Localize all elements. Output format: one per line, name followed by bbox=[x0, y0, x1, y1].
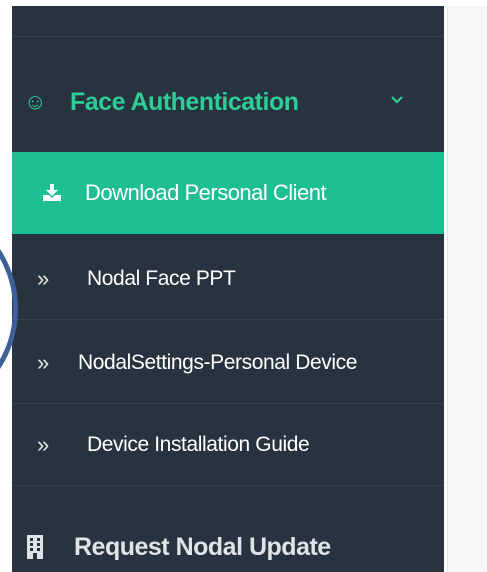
menu-item-label: Download Personal Client bbox=[85, 180, 327, 205]
menu-section-face-authentication[interactable]: ☺ Face Authentication bbox=[12, 68, 444, 136]
double-chevron-icon: » bbox=[37, 265, 49, 291]
menu-item-label: NodalSettings-Personal Device bbox=[78, 350, 358, 374]
section-title: Face Authentication bbox=[70, 87, 299, 116]
download-icon bbox=[42, 184, 82, 202]
double-chevron-icon: » bbox=[37, 431, 49, 457]
menu-item-request-nodal-update[interactable]: Request Nodal Update bbox=[12, 518, 444, 572]
chevron-down-icon[interactable] bbox=[390, 90, 404, 110]
menu-item-label: Request Nodal Update bbox=[74, 532, 331, 561]
content-pane bbox=[447, 6, 487, 572]
menu-item-device-installation-guide[interactable]: » Device Installation Guide bbox=[12, 404, 444, 486]
menu-item-download-personal-client[interactable]: Download Personal Client bbox=[12, 152, 444, 234]
menu-item-nodalsettings-personal-device[interactable]: » NodalSettings-Personal Device bbox=[12, 322, 444, 404]
menu-item-label: Device Installation Guide bbox=[87, 432, 310, 456]
screen: ☺ Face Authentication Download Personal … bbox=[0, 0, 487, 572]
building-icon bbox=[26, 535, 74, 559]
double-chevron-icon: » bbox=[37, 349, 49, 375]
menu-item-label: Nodal Face PPT bbox=[87, 266, 236, 290]
sidebar-top-divider bbox=[12, 6, 444, 37]
sidebar: ☺ Face Authentication Download Personal … bbox=[12, 6, 444, 572]
smile-icon: ☺ bbox=[24, 89, 46, 114]
menu-item-nodal-face-ppt[interactable]: » Nodal Face PPT bbox=[12, 238, 444, 320]
